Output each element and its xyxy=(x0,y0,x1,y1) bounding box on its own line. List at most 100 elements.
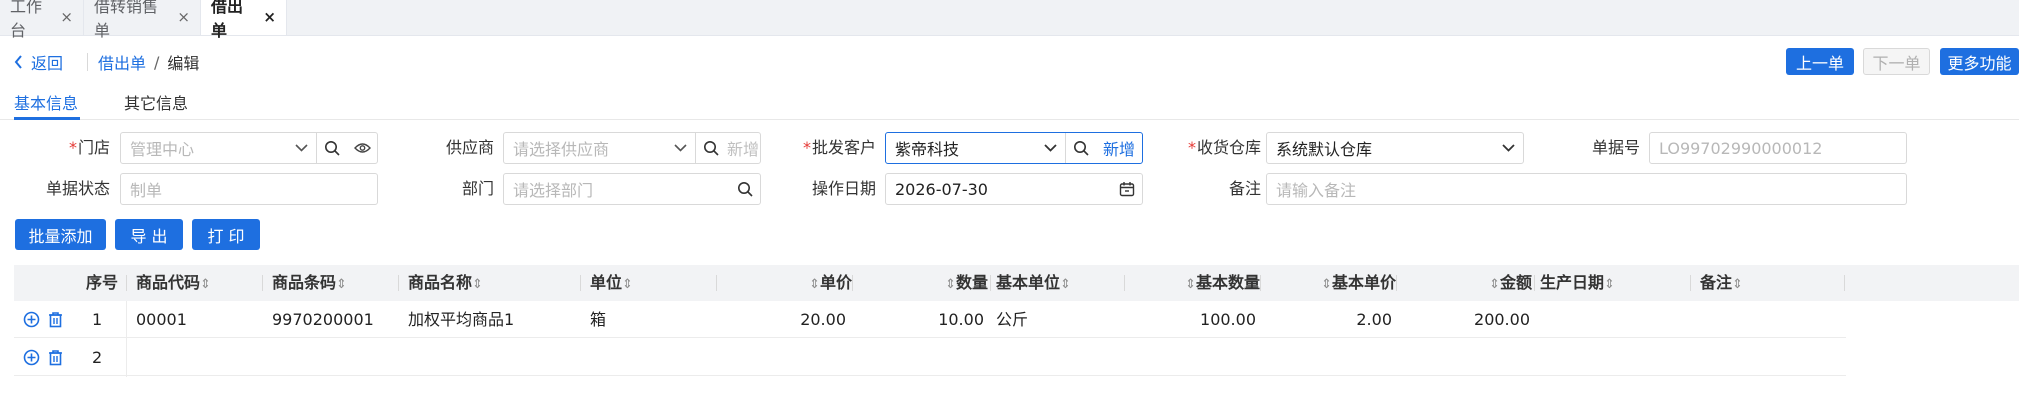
cell-qty[interactable]: 10.00 xyxy=(862,301,984,338)
cell-base-qty: 100.00 xyxy=(1200,310,1256,329)
cell-price[interactable]: 20.00 xyxy=(726,301,846,338)
customer-add-button[interactable]: 新增 xyxy=(1096,136,1142,160)
column-divider xyxy=(580,275,581,291)
warehouse-value: 系统默认仓库 xyxy=(1276,140,1373,159)
cell-seq: 2 xyxy=(92,348,103,367)
store-select[interactable]: 管理中心 xyxy=(120,132,378,164)
col-unit[interactable]: 单位⇕ xyxy=(590,265,633,301)
status-field: 制单 xyxy=(120,173,378,205)
col-qty[interactable]: ⇕数量 xyxy=(862,265,988,301)
sort-icon[interactable]: ⇕ xyxy=(1489,277,1500,292)
sort-icon[interactable]: ⇕ xyxy=(1321,277,1332,292)
search-icon[interactable] xyxy=(1066,133,1096,163)
batch-add-button[interactable]: 批量添加 xyxy=(15,219,106,250)
more-button[interactable]: 更多功能 xyxy=(1940,48,2019,75)
delete-row-icon[interactable] xyxy=(47,311,64,328)
col-barcode[interactable]: 商品条码⇕ xyxy=(272,265,347,301)
col-base-unit[interactable]: 基本单位⇕ xyxy=(996,265,1071,301)
close-icon[interactable]: × xyxy=(263,8,276,26)
sort-icon[interactable]: ⇕ xyxy=(200,277,211,292)
print-button[interactable]: 打 印 xyxy=(192,219,260,250)
cell-seq: 1 xyxy=(92,310,103,329)
column-divider xyxy=(126,301,127,377)
export-button[interactable]: 导 出 xyxy=(115,219,183,250)
cell-code[interactable]: 00001 xyxy=(136,301,187,338)
col-price[interactable]: ⇕单价 xyxy=(726,265,852,301)
sort-icon[interactable]: ⇕ xyxy=(809,277,820,292)
doc-no-field: LO99702990000012 xyxy=(1649,132,1907,164)
customer-select[interactable]: 紫帝科技 新增 xyxy=(885,132,1143,164)
sort-icon[interactable]: ⇕ xyxy=(1732,277,1743,292)
sort-icon[interactable]: ⇕ xyxy=(1185,277,1196,292)
page-header: 返回 借出单 / 编辑 上一单 下一单 更多功能 xyxy=(0,46,2019,76)
add-row-icon[interactable] xyxy=(23,349,40,366)
doc-no-label: 单据号 xyxy=(1591,138,1640,157)
col-name[interactable]: 商品名称⇕ xyxy=(408,265,483,301)
delete-row-icon[interactable] xyxy=(47,349,64,366)
close-icon[interactable]: × xyxy=(60,8,73,26)
column-divider xyxy=(1260,275,1261,291)
search-icon[interactable] xyxy=(317,133,347,163)
search-icon[interactable] xyxy=(730,174,760,204)
cell-unit[interactable]: 箱 xyxy=(590,301,606,338)
table-row: 2 xyxy=(14,339,1846,376)
col-remark[interactable]: 备注⇕ xyxy=(1700,265,1743,301)
tab-other-info[interactable]: 其它信息 xyxy=(124,90,188,114)
column-divider xyxy=(716,275,717,291)
remark-placeholder: 请输入备注 xyxy=(1276,181,1357,200)
back-button[interactable]: 返回 xyxy=(14,50,63,74)
date-label: 操作日期 xyxy=(811,179,876,198)
chevron-down-icon[interactable] xyxy=(1035,133,1065,163)
tab-borrow-to-sale[interactable]: 借转销售单 × xyxy=(84,0,201,40)
warehouse-select[interactable]: 系统默认仓库 xyxy=(1266,132,1524,164)
chevron-down-icon[interactable] xyxy=(665,133,695,163)
sort-icon[interactable]: ⇕ xyxy=(472,277,483,292)
col-base-qty[interactable]: ⇕基本数量 xyxy=(1134,265,1260,301)
chevron-left-icon xyxy=(14,55,22,69)
column-divider xyxy=(398,275,399,291)
sort-icon[interactable]: ⇕ xyxy=(1604,277,1615,292)
cell-base-unit: 公斤 xyxy=(996,310,1029,329)
col-code[interactable]: 商品代码⇕ xyxy=(136,265,211,301)
remark-input[interactable]: 请输入备注 xyxy=(1266,173,1907,205)
cell-name[interactable]: 加权平均商品1 xyxy=(408,301,514,338)
breadcrumb-link[interactable]: 借出单 xyxy=(98,50,146,74)
eye-icon[interactable] xyxy=(347,133,377,163)
tab-workbench[interactable]: 工作台 × xyxy=(0,0,84,40)
sort-icon[interactable]: ⇕ xyxy=(1060,277,1071,292)
cell-barcode[interactable]: 9970200001 xyxy=(272,301,374,338)
supplier-add-button[interactable]: 新增 xyxy=(726,136,760,160)
close-icon[interactable]: × xyxy=(177,8,190,26)
column-divider xyxy=(1124,275,1125,291)
prev-button[interactable]: 上一单 xyxy=(1786,48,1854,75)
remark-label: 备注 xyxy=(1228,179,1261,198)
tab-lend-order[interactable]: 借出单 × xyxy=(201,0,287,40)
column-divider xyxy=(1534,275,1535,291)
department-placeholder: 请选择部门 xyxy=(513,181,594,200)
chevron-down-icon[interactable] xyxy=(1493,133,1523,163)
tab-label: 借出单 xyxy=(211,0,244,40)
tab-basic-info[interactable]: 基本信息 xyxy=(14,90,78,114)
sort-icon[interactable]: ⇕ xyxy=(336,277,347,292)
next-button[interactable]: 下一单 xyxy=(1863,48,1930,75)
active-tab-indicator xyxy=(14,117,80,120)
doc-no-value: LO99702990000012 xyxy=(1659,138,1823,158)
sort-icon[interactable]: ⇕ xyxy=(945,277,956,292)
search-icon[interactable] xyxy=(696,133,726,163)
calendar-icon[interactable] xyxy=(1112,174,1142,204)
supplier-label: 供应商 xyxy=(445,138,494,157)
date-value: 2026-07-30 xyxy=(895,179,988,199)
date-picker[interactable]: 2026-07-30 xyxy=(885,173,1143,205)
store-placeholder: 管理中心 xyxy=(130,140,195,159)
col-base-price[interactable]: ⇕基本单价 xyxy=(1270,265,1396,301)
col-prod-date[interactable]: 生产日期⇕ xyxy=(1540,265,1615,301)
sort-icon[interactable]: ⇕ xyxy=(622,277,633,292)
add-row-icon[interactable] xyxy=(23,311,40,328)
department-select[interactable]: 请选择部门 xyxy=(503,173,761,205)
column-divider xyxy=(262,275,263,291)
col-amount[interactable]: ⇕金额 xyxy=(1406,265,1532,301)
info-tabs: 基本信息 其它信息 xyxy=(0,86,2019,120)
chevron-down-icon[interactable] xyxy=(286,133,316,163)
supplier-select[interactable]: 请选择供应商 新增 xyxy=(503,132,761,164)
column-divider xyxy=(1690,275,1691,291)
